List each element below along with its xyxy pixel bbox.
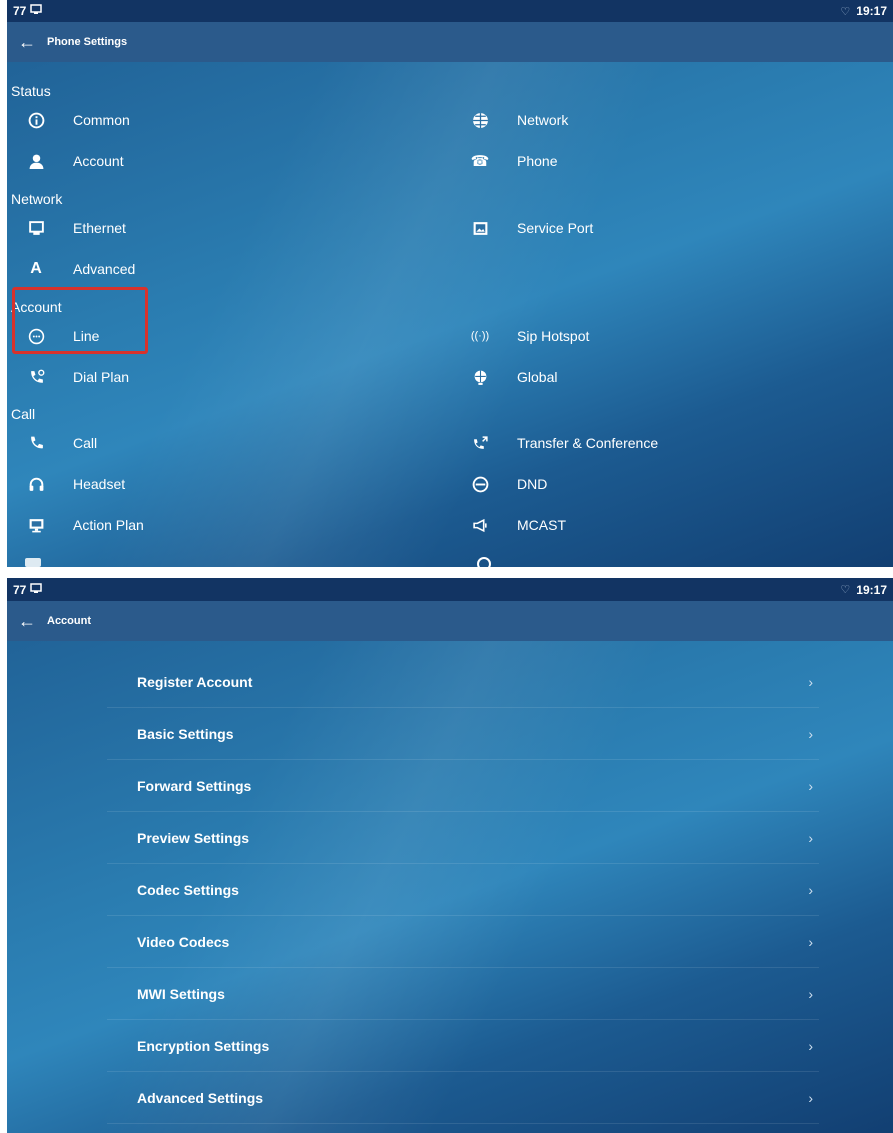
status-number: 77 [13, 4, 27, 18]
menu-item-network-status[interactable]: Network [469, 103, 568, 137]
chevron-right-icon: › [808, 1037, 813, 1054]
account-row-forward-settings[interactable]: Forward Settings › [107, 760, 819, 812]
screen-icon [30, 4, 43, 18]
account-row-mwi-settings[interactable]: MWI Settings › [107, 968, 819, 1020]
row-label: Video Codecs [137, 933, 230, 950]
menu-item-label: Common [73, 112, 130, 128]
partial-row-icon [477, 557, 491, 567]
chevron-right-icon: › [808, 725, 813, 742]
page-title: Phone Settings [47, 36, 128, 48]
menu-item-account-status[interactable]: Account [25, 144, 124, 178]
title-bar: ← Account [7, 601, 893, 641]
menu-item-dial-plan[interactable]: Dial Plan [25, 360, 129, 394]
row-label: Forward Settings [137, 777, 252, 794]
phone-settings-screen: 77 ♡ 19:17 ← Phone Settings Status Commo… [7, 0, 893, 567]
menu-item-label: Transfer & Conference [517, 435, 659, 451]
chevron-right-icon: › [808, 673, 813, 690]
menu-item-label: Network [517, 112, 569, 128]
telephone-icon: ☎ [470, 153, 490, 170]
row-label: Register Account [137, 673, 253, 690]
headset-icon [25, 474, 47, 494]
status-bar: 77 ♡ 19:17 [7, 578, 893, 601]
phone-settings-icon [25, 367, 47, 387]
menu-item-action-plan[interactable]: Action Plan [25, 508, 144, 542]
letter-a-icon: A [30, 260, 42, 277]
menu-item-label: Call [73, 435, 98, 451]
person-icon [25, 151, 47, 171]
chevron-right-icon: › [808, 933, 813, 950]
phone-handset-icon [25, 433, 47, 453]
do-not-disturb-icon [469, 474, 491, 494]
highlight-box [12, 287, 148, 354]
menu-item-label: Account [73, 153, 124, 169]
menu-item-headset[interactable]: Headset [25, 467, 125, 501]
ethernet-icon [25, 218, 47, 238]
menu-item-label: Sip Hotspot [517, 328, 590, 344]
account-screen: 77 ♡ 19:17 ← Account Register Account › … [7, 578, 893, 1133]
account-row-basic-settings[interactable]: Basic Settings › [107, 708, 819, 760]
page-title: Account [47, 615, 91, 627]
menu-item-phone[interactable]: ☎ Phone [469, 144, 558, 178]
chevron-right-icon: › [808, 985, 813, 1002]
chevron-right-icon: › [808, 777, 813, 794]
account-row-video-codecs[interactable]: Video Codecs › [107, 916, 819, 968]
partial-row-icon [25, 558, 41, 567]
screen-icon [30, 582, 43, 597]
row-label: Advanced Settings [137, 1089, 264, 1106]
menu-item-mcast[interactable]: MCAST [469, 508, 566, 542]
menu-item-advanced[interactable]: A Advanced [25, 252, 135, 286]
status-time: 19:17 [856, 582, 887, 597]
location-globe-icon [469, 367, 491, 387]
menu-item-label: Service Port [517, 220, 594, 236]
row-label: Codec Settings [137, 881, 239, 898]
heart-icon: ♡ [840, 5, 851, 18]
menu-item-label: Action Plan [73, 517, 144, 533]
section-header-network: Network [11, 191, 63, 207]
chevron-right-icon: › [808, 1089, 813, 1106]
account-row-preview-settings[interactable]: Preview Settings › [107, 812, 819, 864]
phone-transfer-icon [469, 433, 491, 453]
account-row-advanced-settings[interactable]: Advanced Settings › [107, 1072, 819, 1124]
row-label: MWI Settings [137, 985, 225, 1002]
hotspot-icon: ((·)) [470, 330, 490, 342]
chevron-right-icon: › [808, 881, 813, 898]
row-label: Preview Settings [137, 829, 250, 846]
menu-item-label: Ethernet [73, 220, 126, 236]
menu-item-label: MCAST [517, 517, 566, 533]
megaphone-icon [469, 515, 491, 535]
menu-item-global[interactable]: Global [469, 360, 557, 394]
back-arrow-icon[interactable]: ← [7, 22, 47, 62]
menu-item-label: Headset [73, 476, 126, 492]
menu-item-label: Advanced [73, 261, 136, 277]
menu-item-label: Phone [517, 153, 558, 169]
status-bar: 77 ♡ 19:17 [7, 0, 893, 22]
menu-item-label: Dial Plan [73, 369, 130, 385]
menu-item-service-port[interactable]: Service Port [469, 211, 593, 245]
row-label: Encryption Settings [137, 1037, 270, 1054]
section-header-call: Call [11, 406, 36, 422]
monitor-icon [25, 515, 47, 535]
back-arrow-icon[interactable]: ← [7, 601, 47, 641]
menu-item-call[interactable]: Call [25, 426, 97, 460]
chevron-right-icon: › [808, 829, 813, 846]
account-row-encryption-settings[interactable]: Encryption Settings › [107, 1020, 819, 1072]
menu-item-common[interactable]: Common [25, 103, 130, 137]
heart-icon: ♡ [840, 584, 851, 596]
menu-item-label: DND [517, 476, 548, 492]
row-label: Basic Settings [137, 725, 234, 742]
globe-icon [469, 110, 491, 130]
info-icon [25, 110, 47, 130]
status-number: 77 [13, 582, 27, 597]
menu-item-ethernet[interactable]: Ethernet [25, 211, 126, 245]
account-row-register-account[interactable]: Register Account › [107, 656, 819, 708]
title-bar: ← Phone Settings [7, 22, 893, 62]
menu-item-sip-hotspot[interactable]: ((·)) Sip Hotspot [469, 319, 590, 353]
menu-item-label: Global [517, 369, 558, 385]
image-icon [469, 218, 491, 238]
account-row-codec-settings[interactable]: Codec Settings › [107, 864, 819, 916]
menu-item-transfer-conference[interactable]: Transfer & Conference [469, 426, 658, 460]
status-time: 19:17 [856, 4, 887, 18]
section-header-status: Status [11, 83, 51, 99]
menu-item-dnd[interactable]: DND [469, 467, 547, 501]
